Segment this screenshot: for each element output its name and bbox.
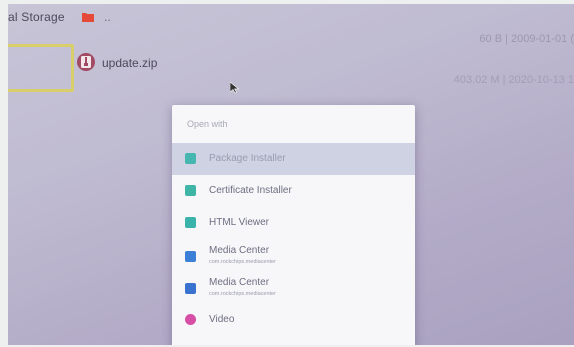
folder-icon[interactable] xyxy=(82,12,94,22)
app-label: Media Center xyxy=(209,277,270,288)
mouse-cursor-icon xyxy=(230,82,239,94)
parent-folder-meta: 60 B | 2009-01-01 ( xyxy=(479,33,574,45)
app-label: Media Center xyxy=(209,245,270,256)
video-icon xyxy=(185,314,196,325)
app-label: Package Installer xyxy=(209,153,286,164)
app-label: Video xyxy=(209,314,235,325)
selection-highlight xyxy=(8,44,74,92)
app-item-package-installer[interactable]: Package Installer xyxy=(172,143,415,175)
zip-file-name[interactable]: update.zip xyxy=(102,56,157,70)
package-installer-icon xyxy=(185,153,196,164)
app-item-media-center[interactable]: Media Center com.rockchips.mediacenter xyxy=(172,239,415,271)
media-center-icon xyxy=(185,283,196,294)
app-item-video[interactable]: Video xyxy=(172,303,415,335)
app-item-certificate-installer[interactable]: Certificate Installer xyxy=(172,175,415,207)
media-center-icon xyxy=(185,251,196,262)
html-viewer-icon xyxy=(185,217,196,228)
open-with-dialog: Open with Package Installer Certificate … xyxy=(172,105,415,345)
certificate-installer-icon xyxy=(185,185,196,196)
zip-file-meta: 403.02 M | 2020-10-13 1 xyxy=(453,74,574,86)
app-label: Certificate Installer xyxy=(209,185,292,196)
app-label: HTML Viewer xyxy=(209,217,270,228)
app-package-name: com.rockchips.mediacenter xyxy=(209,259,276,265)
storage-sidebar-label[interactable]: al Storage xyxy=(8,10,65,24)
app-package-name: com.rockchips.mediacenter xyxy=(209,291,276,297)
file-browser-screen: al Storage .. 60 B | 2009-01-01 ( update… xyxy=(8,4,574,345)
app-item-media-center[interactable]: Media Center com.rockchips.mediacenter xyxy=(172,271,415,303)
zip-file-icon[interactable] xyxy=(77,53,95,71)
dialog-title: Open with xyxy=(187,119,228,129)
app-item-html-viewer[interactable]: HTML Viewer xyxy=(172,207,415,239)
parent-folder-name[interactable]: .. xyxy=(104,10,111,24)
